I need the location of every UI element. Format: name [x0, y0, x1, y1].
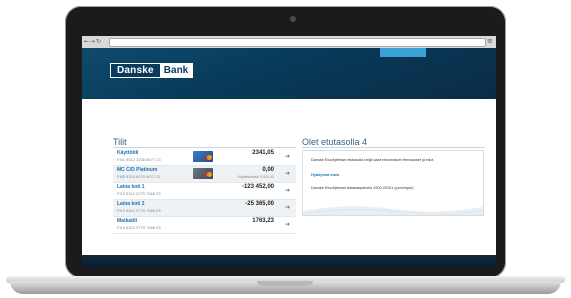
logo-danske: Danske: [111, 64, 160, 77]
account-available: Käytettävissä: 5 000,00: [237, 175, 274, 179]
benefits-box: Danske Etuohjelman etutasolla neljä saat…: [302, 150, 484, 216]
account-row[interactable]: Matkatili FI13 8312 0775 7566 03 1763,23…: [113, 217, 296, 234]
camera-icon: [290, 16, 296, 22]
account-number: FI13 8312 0775 7566 03: [117, 208, 161, 213]
account-name[interactable]: Matkatili: [117, 218, 137, 224]
benefits-divider: [302, 147, 485, 148]
benefits-text: Danske Etuohjelman etutasolla neljä saat…: [311, 158, 435, 162]
card-icon: [193, 168, 213, 179]
site-footer: [82, 255, 496, 268]
logo-bank: Bank: [159, 64, 193, 77]
arrow-icon[interactable]: ➜: [285, 187, 290, 194]
arrow-icon[interactable]: ➜: [285, 204, 290, 211]
browser-nav-icons[interactable]: ←→↻: [84, 37, 102, 47]
arrow-icon[interactable]: ➜: [285, 153, 290, 160]
header-tab[interactable]: [380, 48, 426, 57]
account-row[interactable]: Laina koti 1 FI13 8312 0775 7566 03 -123…: [113, 183, 296, 200]
account-row[interactable]: Käyttötili FI41 8312 3238 5677 13 2341,0…: [113, 149, 296, 166]
menu-icon[interactable]: ≡: [487, 38, 493, 45]
card-icon: [193, 151, 213, 162]
account-balance: 1763,23: [252, 218, 274, 224]
arrow-icon[interactable]: ➜: [285, 221, 290, 228]
account-row[interactable]: Laina koti 2 FI13 8312 0775 7566 03 -25 …: [113, 200, 296, 217]
address-bar[interactable]: [109, 38, 486, 47]
account-name[interactable]: Laina koti 2: [117, 201, 145, 207]
benefits-contact: Danske Etuohjelman Asiakaspalvelu 0200 2…: [311, 186, 414, 190]
danske-bank-logo[interactable]: Danske Bank: [110, 63, 194, 78]
accounts-divider: [113, 147, 296, 148]
account-balance: -25 365,00: [245, 201, 274, 207]
benefits-title: Olet etutasolla 4: [302, 137, 368, 147]
account-name[interactable]: Käyttötili: [117, 150, 138, 156]
account-number: FI85 8316 8070 5677 21: [117, 174, 161, 179]
accounts-title: Tilit: [113, 137, 127, 147]
site-header: Danske Bank: [82, 48, 496, 99]
benefits-link[interactable]: Hyödynnä etusi: [311, 173, 339, 177]
account-row[interactable]: MC C/D Platinum FI85 8316 8070 5677 21 0…: [113, 166, 296, 183]
account-balance: 0,00: [262, 167, 274, 173]
account-number: FI41 8312 3238 5677 13: [117, 157, 161, 162]
decorative-wave: [303, 206, 483, 215]
account-name[interactable]: MC C/D Platinum: [117, 167, 157, 173]
accounts-list: Käyttötili FI41 8312 3238 5677 13 2341,0…: [113, 149, 296, 234]
account-balance: 2341,05: [252, 150, 274, 156]
account-number: FI13 8312 0775 7566 03: [117, 225, 161, 230]
arrow-icon[interactable]: ➜: [285, 170, 290, 177]
account-name[interactable]: Laina koti 1: [117, 184, 145, 190]
account-number: FI13 8312 0775 7566 03: [117, 191, 161, 196]
account-balance: -123 452,00: [241, 184, 274, 190]
laptop-notch: [257, 281, 313, 286]
